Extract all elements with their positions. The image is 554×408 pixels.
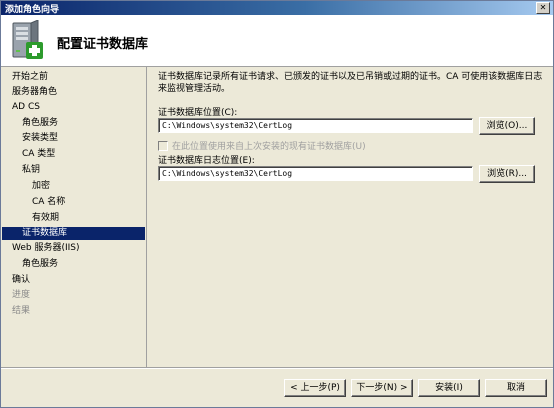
install-button[interactable]: 安装(I) — [418, 379, 480, 397]
nav-step-validity-period[interactable]: 有效期 — [32, 212, 59, 225]
nav-step-web-server-iis[interactable]: Web 服务器(IIS) — [12, 242, 80, 255]
nav-step-confirmation[interactable]: 确认 — [12, 274, 30, 287]
nav-step-role-services[interactable]: 角色服务 — [22, 117, 58, 130]
page-description: 证书数据库记录所有证书请求、已颁发的证书以及已吊销或过期的证书。CA 可使用该数… — [158, 72, 543, 94]
nav-step-results: 结果 — [12, 306, 31, 316]
log-location-input[interactable]: C:\Windows\system32\CertLog — [158, 166, 473, 181]
nav-step-cryptography[interactable]: 加密 — [32, 180, 50, 193]
server-add-icon — [12, 20, 43, 59]
nav-step-certificate-database[interactable]: 证书数据库 — [2, 227, 145, 240]
db-location-input[interactable]: C:\Windows\system32\CertLog — [158, 118, 473, 133]
title-bar[interactable]: 添加角色向导 ✕ — [1, 1, 553, 15]
close-icon[interactable]: ✕ — [536, 2, 550, 14]
next-button[interactable]: 下一步(N) > — [351, 379, 413, 397]
window-title: 添加角色向导 — [5, 5, 60, 15]
nav-step-ca-name[interactable]: CA 名称 — [32, 196, 65, 209]
nav-step-ad-cs[interactable]: AD CS — [12, 101, 40, 114]
add-roles-wizard-window: 添加角色向导 ✕ 配置证书数据库 开始之前 服务器角色 AD CS 角色服务 安… — [0, 0, 554, 408]
nav-step-server-roles[interactable]: 服务器角色 — [12, 86, 57, 99]
reuse-database-checkbox[interactable] — [158, 140, 168, 151]
wizard-steps-nav: 开始之前 服务器角色 AD CS 角色服务 安装类型 CA 类型 私钥 加密 C… — [1, 67, 146, 367]
db-location-label: 证书数据库位置(C): — [158, 108, 238, 118]
reuse-database-row: 在此位置使用来自上次安装的现有证书数据库(U) — [158, 139, 366, 152]
db-browse-button[interactable]: 浏览(O)... — [479, 117, 535, 135]
wizard-header: 配置证书数据库 — [1, 15, 553, 67]
nav-step-iis-role-services[interactable]: 角色服务 — [22, 258, 58, 271]
nav-step-progress: 进度 — [12, 290, 31, 300]
nav-step-ca-type[interactable]: CA 类型 — [22, 148, 55, 161]
nav-step-private-key[interactable]: 私钥 — [22, 164, 40, 177]
sidebar-divider — [146, 67, 147, 367]
log-location-label: 证书数据库日志位置(E): — [158, 156, 255, 166]
log-browse-button[interactable]: 浏览(R)... — [479, 165, 535, 183]
reuse-database-label: 在此位置使用来自上次安装的现有证书数据库(U) — [172, 142, 366, 152]
page-title: 配置证书数据库 — [57, 37, 149, 52]
nav-step-setup-type[interactable]: 安装类型 — [22, 132, 58, 145]
title-bar-buttons: ✕ — [534, 2, 550, 14]
wizard-footer: < 上一步(P) 下一步(N) > 安装(I) 取消 — [1, 369, 553, 407]
prev-button[interactable]: < 上一步(P) — [284, 379, 346, 397]
content-pane: 证书数据库记录所有证书请求、已颁发的证书以及已吊销或过期的证书。CA 可使用该数… — [148, 67, 553, 367]
nav-step-before-you-begin[interactable]: 开始之前 — [12, 71, 48, 84]
cancel-button[interactable]: 取消 — [485, 379, 547, 397]
